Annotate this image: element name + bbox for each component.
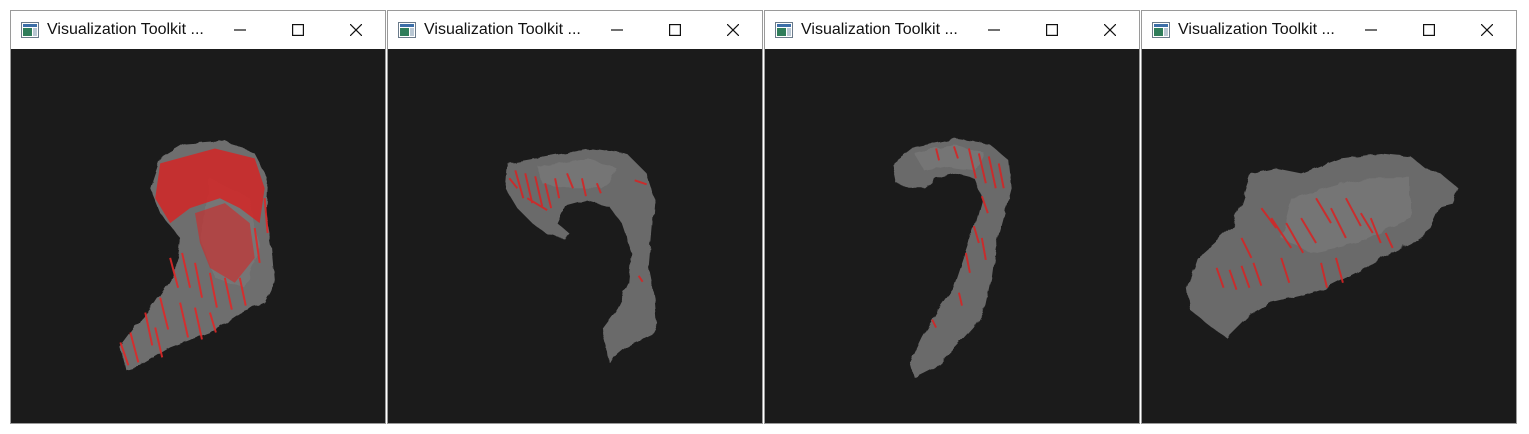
minimize-icon <box>611 29 623 31</box>
close-button[interactable] <box>327 11 385 49</box>
minimize-button[interactable] <box>1342 11 1400 49</box>
vtk-window-1[interactable]: Visualization Toolkit ... <box>10 10 386 424</box>
vtk-window-2[interactable]: Visualization Toolkit ... <box>387 10 763 424</box>
vtk-app-icon <box>775 22 793 38</box>
close-button[interactable] <box>704 11 762 49</box>
render-scene <box>119 140 275 370</box>
close-icon <box>1104 24 1116 36</box>
render-viewport[interactable] <box>388 49 762 423</box>
maximize-button[interactable] <box>1400 11 1458 49</box>
maximize-icon <box>292 24 304 36</box>
minimize-icon <box>234 29 246 31</box>
window-title: Visualization Toolkit ... <box>801 21 958 38</box>
window-title: Visualization Toolkit ... <box>47 21 204 38</box>
maximize-button[interactable] <box>269 11 327 49</box>
vtk-app-icon <box>21 22 39 38</box>
vtk-window-3[interactable]: Visualization Toolkit ... <box>764 10 1140 424</box>
vtk-app-icon <box>398 22 416 38</box>
render-scene <box>1186 153 1459 338</box>
close-icon <box>727 24 739 36</box>
maximize-button[interactable] <box>1023 11 1081 49</box>
maximize-icon <box>669 24 681 36</box>
minimize-button[interactable] <box>965 11 1023 49</box>
minimize-button[interactable] <box>588 11 646 49</box>
render-viewport[interactable] <box>1142 49 1516 423</box>
window-titlebar[interactable]: Visualization Toolkit ... <box>388 11 762 49</box>
render-scene <box>892 138 1012 378</box>
minimize-icon <box>988 29 1000 31</box>
window-title: Visualization Toolkit ... <box>1178 21 1335 38</box>
close-button[interactable] <box>1458 11 1516 49</box>
maximize-icon <box>1046 24 1058 36</box>
minimize-button[interactable] <box>211 11 269 49</box>
window-titlebar[interactable]: Visualization Toolkit ... <box>11 11 385 49</box>
close-button[interactable] <box>1081 11 1139 49</box>
window-titlebar[interactable]: Visualization Toolkit ... <box>1142 11 1516 49</box>
window-titlebar[interactable]: Visualization Toolkit ... <box>765 11 1139 49</box>
desktop: Visualization Toolkit ... Visualization … <box>0 0 1529 434</box>
render-viewport[interactable] <box>11 49 385 423</box>
close-icon <box>350 24 362 36</box>
window-title: Visualization Toolkit ... <box>424 21 581 38</box>
maximize-button[interactable] <box>646 11 704 49</box>
minimize-icon <box>1365 29 1377 31</box>
vtk-app-icon <box>1152 22 1170 38</box>
maximize-icon <box>1423 24 1435 36</box>
tissue-surface <box>892 138 1012 378</box>
render-viewport[interactable] <box>765 49 1139 423</box>
vtk-window-4[interactable]: Visualization Toolkit ... <box>1141 10 1517 424</box>
close-icon <box>1481 24 1493 36</box>
render-scene <box>505 148 657 363</box>
